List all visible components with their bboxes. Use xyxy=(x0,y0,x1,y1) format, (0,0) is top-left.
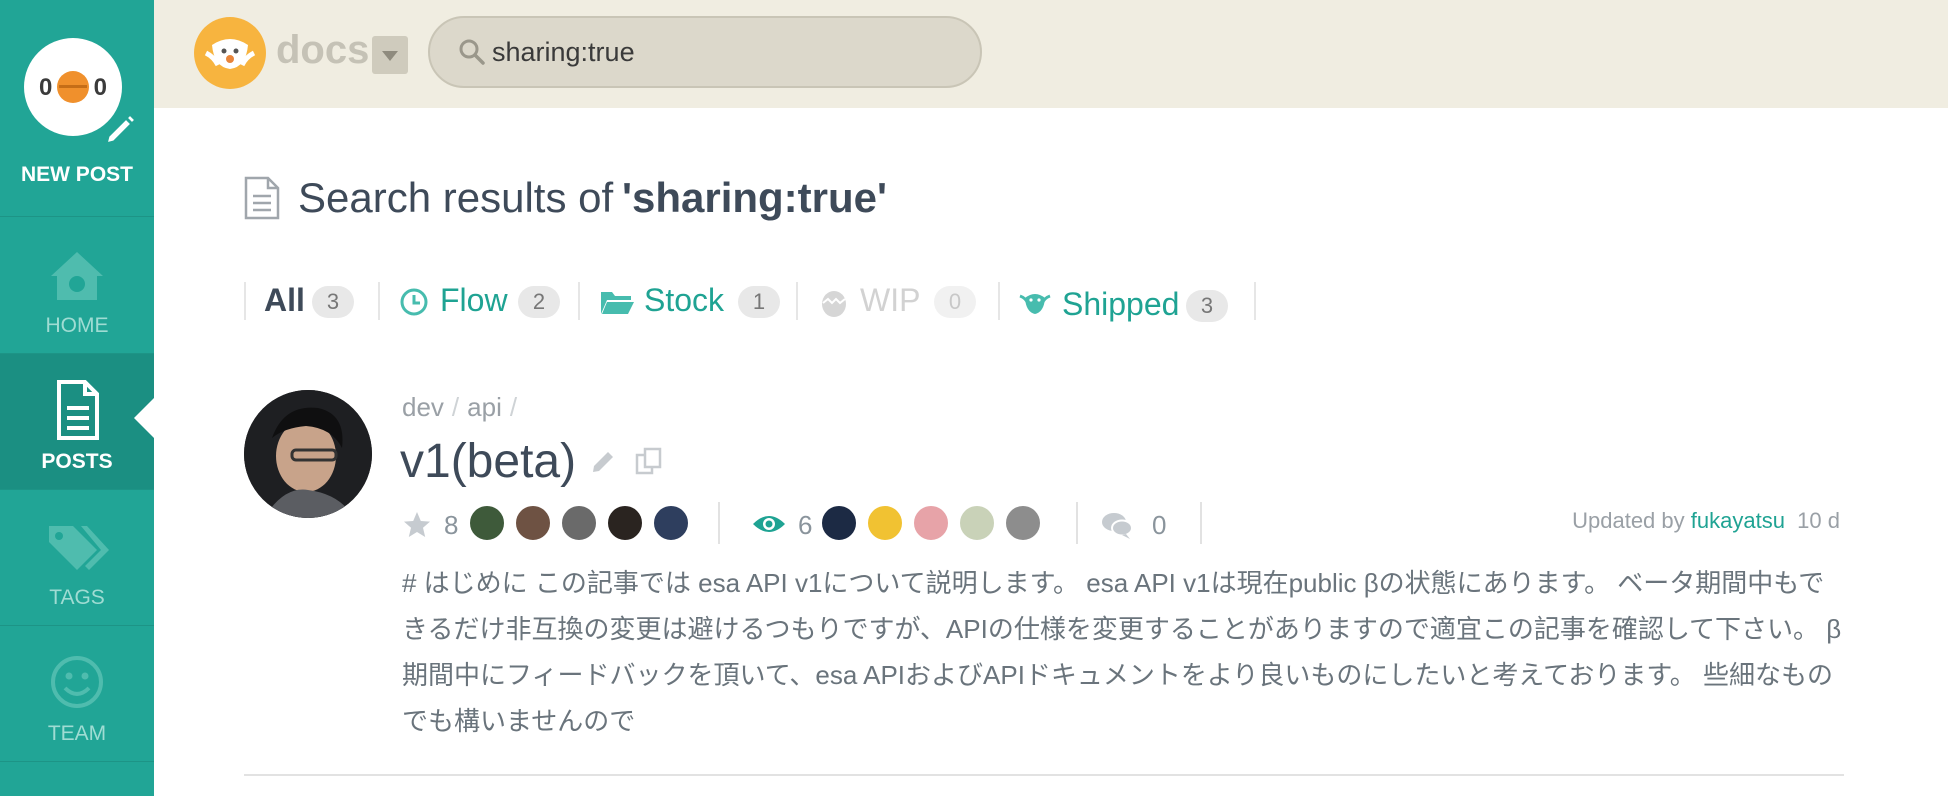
sidebar-item-posts[interactable]: POSTS xyxy=(0,354,154,490)
tags-icon xyxy=(49,526,109,570)
tab-separator xyxy=(796,282,798,320)
stargazer-avatar[interactable] xyxy=(606,504,644,542)
star-count: 8 xyxy=(444,510,459,540)
tab-count: 3 xyxy=(1186,290,1228,322)
tab-count: 2 xyxy=(518,286,560,318)
tab-separator xyxy=(378,282,380,320)
watcher-avatar[interactable] xyxy=(866,504,904,542)
sidebar-item-home[interactable]: HOME xyxy=(0,218,154,354)
document-icon xyxy=(244,176,280,220)
sidebar-item-label: TEAM xyxy=(47,722,107,745)
copy-icon[interactable] xyxy=(634,446,664,476)
tab-stock[interactable]: Stock 1 xyxy=(578,280,796,324)
updated-author[interactable]: fukayatsu xyxy=(1691,508,1785,533)
tab-shipped[interactable]: Shipped 3 xyxy=(998,280,1258,324)
stargazer-avatar[interactable] xyxy=(560,504,598,542)
sidebar-item-label: HOME xyxy=(45,314,109,337)
bird-icon xyxy=(1019,294,1051,314)
meta-separator xyxy=(718,502,720,544)
search-box[interactable] xyxy=(428,16,982,88)
pencil-icon xyxy=(103,111,139,147)
tab-label: All xyxy=(264,282,305,318)
tab-wip[interactable]: WIP 0 xyxy=(796,280,998,324)
team-name[interactable]: docs xyxy=(276,28,369,73)
clock-icon xyxy=(400,288,428,316)
watcher-avatar[interactable] xyxy=(958,504,996,542)
pencil-icon[interactable] xyxy=(590,446,618,474)
post-excerpt: # はじめに この記事では esa API v1について説明します。 esa A… xyxy=(402,568,1842,736)
breadcrumb-category[interactable]: dev xyxy=(402,392,444,422)
heading-query: 'sharing:true' xyxy=(622,174,888,221)
tab-separator xyxy=(244,282,246,320)
updated-info: Updated by fukayatsu 10 d xyxy=(1572,508,1840,534)
tab-separator xyxy=(1254,282,1256,320)
tab-flow[interactable]: Flow 2 xyxy=(378,280,578,324)
document-icon xyxy=(57,380,99,440)
post-title[interactable]: v1(beta) xyxy=(400,434,576,489)
new-post-label: NEW POST xyxy=(20,163,133,186)
comment-count: 0 xyxy=(1152,510,1167,540)
watcher-avatar[interactable] xyxy=(820,504,858,542)
sidebar: 00 NEW POST HOME POSTS TAGS TEAM xyxy=(0,0,154,796)
heading-prefix: Search results of xyxy=(298,174,614,221)
tab-label: Flow xyxy=(440,282,508,318)
active-indicator xyxy=(134,397,155,439)
sidebar-item-tags[interactable]: TAGS xyxy=(0,490,154,626)
stargazer-avatar[interactable] xyxy=(652,504,690,542)
tab-label: Shipped xyxy=(1062,286,1180,322)
new-post-button[interactable]: 00 NEW POST xyxy=(0,0,154,217)
sidebar-item-label: POSTS xyxy=(41,450,113,473)
tab-all[interactable]: All 3 xyxy=(244,280,376,324)
post-meta: 8 6 0 Updated by fukayatsu 10 d xyxy=(400,500,1840,550)
author-photo xyxy=(244,390,372,518)
tab-separator xyxy=(998,282,1000,320)
top-bar: docs xyxy=(154,0,1948,108)
breadcrumb-separator: / xyxy=(509,392,518,422)
smile-icon xyxy=(51,656,103,708)
bird-logo-icon xyxy=(204,39,256,69)
tab-label: Stock xyxy=(644,282,725,318)
search-icon xyxy=(459,39,485,65)
sidebar-item-label: TAGS xyxy=(49,586,105,609)
star-icon[interactable] xyxy=(402,510,432,540)
updated-prefix: Updated by xyxy=(1572,508,1685,533)
breadcrumb: dev / api / xyxy=(402,392,525,423)
author-avatar[interactable] xyxy=(244,390,372,518)
list-divider xyxy=(244,774,1844,776)
home-icon xyxy=(51,252,103,300)
tab-count: 0 xyxy=(934,286,976,318)
meta-separator xyxy=(1076,502,1078,544)
comment-icon[interactable] xyxy=(1100,510,1134,540)
tab-label: WIP xyxy=(860,282,921,318)
tab-separator xyxy=(578,282,580,320)
watcher-avatar[interactable] xyxy=(1004,504,1042,542)
team-logo[interactable] xyxy=(194,17,266,89)
meta-separator xyxy=(1200,502,1202,544)
folder-icon xyxy=(601,292,634,314)
eye-icon[interactable] xyxy=(752,512,786,536)
sidebar-item-team[interactable]: TEAM xyxy=(0,626,154,762)
tab-count: 3 xyxy=(312,286,354,318)
watcher-avatar[interactable] xyxy=(912,504,950,542)
team-dropdown-button[interactable] xyxy=(372,36,408,74)
stargazer-avatar[interactable] xyxy=(514,504,552,542)
watcher-count: 6 xyxy=(798,510,813,540)
tab-count: 1 xyxy=(738,286,780,318)
breadcrumb-separator: / xyxy=(451,392,460,422)
breadcrumb-category[interactable]: api xyxy=(467,392,502,422)
stargazer-avatar[interactable] xyxy=(468,504,506,542)
updated-time: 10 d xyxy=(1797,508,1840,533)
search-input[interactable] xyxy=(492,32,932,72)
egg-icon xyxy=(822,291,846,317)
